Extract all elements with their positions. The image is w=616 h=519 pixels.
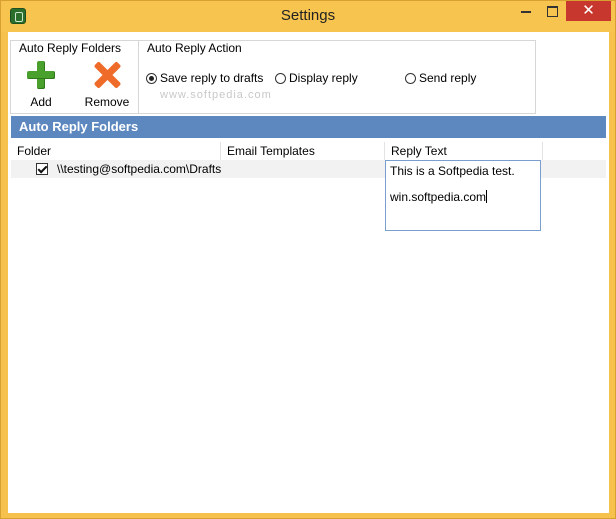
maximize-button[interactable] — [539, 1, 565, 21]
client-area: Auto Reply Folders Add Remove Auto Reply… — [8, 32, 609, 513]
x-icon — [93, 61, 121, 89]
folder-cell: \\testing@softpedia.com\Drafts — [57, 162, 222, 176]
reply-text-editor[interactable]: This is a Softpedia test. win.softpedia.… — [385, 160, 541, 231]
add-label: Add — [30, 95, 52, 109]
settings-window: Settings ✕ Auto Reply Folders Add Remove… — [0, 0, 616, 519]
close-button[interactable]: ✕ — [566, 1, 611, 21]
reply-text-line: win.softpedia.com — [390, 190, 487, 204]
plus-icon — [27, 61, 55, 89]
column-header-folder[interactable]: Folder — [11, 142, 221, 160]
grid-header: Folder Email Templates Reply Text — [11, 142, 606, 161]
radio-display-reply[interactable]: Display reply — [275, 71, 358, 85]
radio-indicator[interactable] — [405, 72, 416, 84]
title-bar[interactable]: Settings ✕ — [1, 1, 615, 32]
panel-title: Auto Reply Folders — [11, 116, 606, 138]
watermark-text: www.softpedia.com — [160, 89, 272, 101]
text-caret — [486, 190, 488, 203]
reply-text-line-wrapper: win.softpedia.com — [390, 190, 536, 204]
email-template-cell[interactable] — [227, 160, 385, 178]
reply-text-line: This is a Softpedia test. — [390, 164, 515, 178]
action-group-label: Auto Reply Action — [145, 41, 244, 55]
column-header-reply-text[interactable]: Reply Text — [385, 142, 543, 160]
minimize-button[interactable] — [512, 1, 540, 21]
radio-indicator[interactable] — [275, 72, 286, 84]
column-header-email-templates[interactable]: Email Templates — [221, 142, 385, 160]
radio-label: Save reply to drafts — [160, 71, 264, 85]
radio-send-reply[interactable]: Send reply — [405, 71, 476, 85]
folders-group: Auto Reply Folders Add Remove — [10, 40, 138, 114]
radio-save-reply-to-drafts[interactable]: Save reply to drafts — [146, 71, 263, 85]
radio-label: Send reply — [419, 71, 477, 85]
radio-indicator-selected[interactable] — [146, 72, 157, 84]
ribbon: Auto Reply Folders Add Remove Auto Reply… — [8, 32, 609, 114]
folder-checkbox[interactable] — [36, 163, 48, 175]
folders-group-label: Auto Reply Folders — [17, 41, 124, 55]
remove-button[interactable]: Remove — [75, 61, 139, 109]
radio-label: Display reply — [289, 71, 358, 85]
add-button[interactable]: Add — [21, 61, 61, 109]
remove-label: Remove — [84, 95, 130, 109]
